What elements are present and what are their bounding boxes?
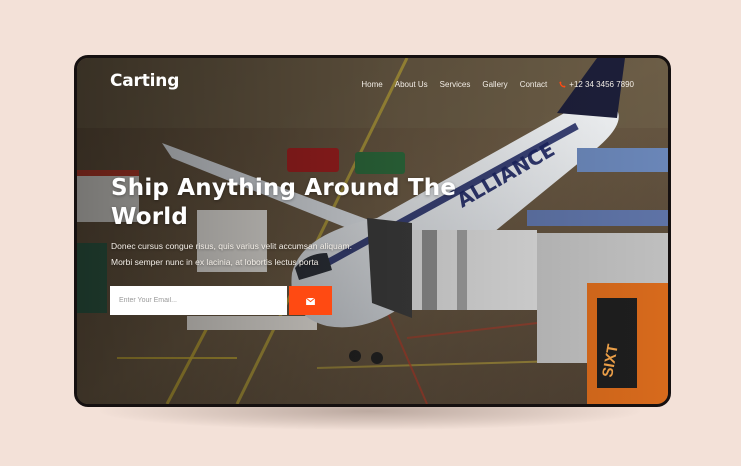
phone-icon xyxy=(559,81,566,88)
nav-phone[interactable]: +12 34 3456 7890 xyxy=(559,80,634,89)
hero-subtitle-line-2: Morbi semper nunc in ex lacinia, at lobo… xyxy=(111,257,319,267)
navbar: Carting Home About Us Services Gallery C… xyxy=(77,58,668,110)
phone-number: +12 34 3456 7890 xyxy=(569,80,634,89)
newsletter-form xyxy=(110,286,332,315)
email-input[interactable] xyxy=(110,286,287,315)
nav-item-services[interactable]: Services xyxy=(440,80,471,89)
hero-subtitle-line-1: Donec cursus congue risus, quis varius v… xyxy=(111,241,352,251)
nav-item-contact[interactable]: Contact xyxy=(520,80,548,89)
nav-item-home[interactable]: Home xyxy=(361,80,382,89)
subscribe-button[interactable] xyxy=(289,286,332,315)
nav-menu: Home About Us Services Gallery Contact +… xyxy=(361,80,634,89)
hero-headline: Ship Anything Around The World xyxy=(111,175,457,230)
envelope-icon xyxy=(305,293,316,308)
nav-item-gallery[interactable]: Gallery xyxy=(482,80,507,89)
brand-logo[interactable]: Carting xyxy=(110,71,179,91)
device-frame: ALLIANCE SIXT Carting Home About Us Serv… xyxy=(74,55,671,407)
nav-item-about-us[interactable]: About Us xyxy=(395,80,428,89)
